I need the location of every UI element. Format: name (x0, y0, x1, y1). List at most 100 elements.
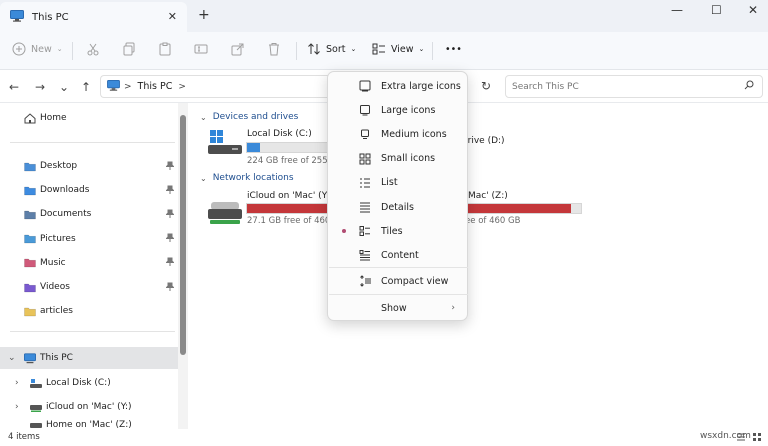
sidebar-item-this-pc[interactable]: ⌄ This PC (0, 347, 178, 369)
this-pc-icon (107, 79, 120, 94)
minimize-button[interactable]: — (671, 3, 683, 17)
new-tab-button[interactable]: + (198, 7, 210, 23)
breadcrumb-separator[interactable]: > (178, 82, 186, 92)
folder-icon (24, 307, 36, 316)
back-button[interactable]: ← (9, 80, 19, 94)
large-icons-icon (360, 105, 370, 116)
sidebar-item-label: Desktop (40, 161, 78, 171)
sidebar-item-home[interactable]: Home (0, 107, 178, 129)
cut-button[interactable] (86, 42, 100, 56)
menu-item-compact-view[interactable]: Compact view (328, 269, 467, 293)
breadcrumb-this-pc[interactable]: This PC (138, 81, 173, 92)
home-icon (24, 112, 36, 123)
sort-button-label: Sort (326, 43, 346, 55)
drive-name: Local Disk (C:) (247, 129, 312, 139)
sidebar-item-pictures[interactable]: Pictures (0, 228, 178, 250)
pin-icon[interactable] (165, 282, 175, 293)
paste-button[interactable] (158, 42, 172, 56)
folder-icon (24, 259, 36, 268)
view-button[interactable]: View ⌄ (372, 42, 424, 56)
menu-item-small-icons[interactable]: Small icons (328, 147, 467, 171)
sidebar-item-music[interactable]: Music (0, 252, 178, 274)
menu-item-extra-large-icons[interactable]: Extra large icons (328, 74, 467, 98)
menu-item-label: Show (381, 302, 407, 314)
sidebar-item-articles[interactable]: articles (0, 300, 178, 322)
menu-item-label: Small icons (381, 153, 436, 165)
chevron-right-icon[interactable]: › (15, 402, 19, 412)
pin-icon[interactable] (165, 185, 175, 196)
sidebar-item-videos[interactable]: Videos (0, 276, 178, 298)
content-icon (359, 250, 370, 261)
pin-icon[interactable] (165, 233, 175, 244)
sidebar-item-downloads[interactable]: Downloads (0, 179, 178, 201)
command-bar: New ⌄ Sort ⌄ View ⌄ ••• (0, 32, 768, 70)
maximize-button[interactable]: ☐ (711, 3, 722, 17)
search-box[interactable]: Search This PC (505, 75, 763, 98)
view-menu: Extra large icons Large icons Medium icons… (327, 71, 468, 321)
local-disk-icon (30, 378, 42, 388)
menu-item-content[interactable]: Content (328, 243, 467, 267)
group-network-locations[interactable]: ⌄ Network locations (200, 173, 294, 183)
list-icon (360, 178, 370, 188)
up-button[interactable]: ↑ (81, 80, 91, 94)
menu-item-list[interactable]: List (328, 171, 467, 195)
sidebar-divider (10, 142, 175, 143)
windows-drive-icon (208, 130, 242, 154)
sidebar-item-label: iCloud on 'Mac' (Y:) (46, 402, 132, 412)
network-drive-icon (208, 202, 242, 224)
menu-item-show[interactable]: Show › (328, 296, 467, 320)
address-bar[interactable]: > This PC > (100, 75, 330, 98)
watermark-text: wsxdn.com (700, 431, 751, 441)
rename-button[interactable] (194, 42, 208, 56)
recent-locations-button[interactable]: ⌄ (59, 80, 69, 94)
chevron-down-icon[interactable]: ⌄ (8, 353, 16, 363)
chevron-right-icon[interactable]: › (15, 378, 19, 388)
delete-button[interactable] (267, 42, 281, 56)
menu-item-details[interactable]: Details (328, 195, 467, 219)
rename-icon (194, 44, 208, 54)
sidebar-item-desktop[interactable]: Desktop (0, 155, 178, 177)
pin-icon[interactable] (165, 209, 175, 220)
group-devices-and-drives[interactable]: ⌄ Devices and drives (200, 112, 298, 122)
sidebar-item-documents[interactable]: Documents (0, 203, 178, 225)
sidebar-item-local-disk[interactable]: › Local Disk (C:) (0, 372, 178, 394)
item-count: 4 items (8, 432, 40, 442)
refresh-button[interactable]: ↻ (481, 79, 491, 93)
toolbar-divider (72, 42, 73, 60)
search-input[interactable]: Search This PC (512, 82, 744, 92)
sidebar-scroll-thumb[interactable] (180, 115, 186, 355)
tab-close-icon[interactable]: ✕ (168, 10, 177, 23)
sidebar-item-icloud[interactable]: › iCloud on 'Mac' (Y:) (0, 396, 178, 418)
sort-button[interactable]: Sort ⌄ (307, 42, 356, 56)
forward-button[interactable]: → (35, 80, 45, 94)
chevron-down-icon: ⌄ (350, 45, 357, 53)
sidebar-divider (10, 331, 175, 332)
pin-icon[interactable] (165, 257, 175, 268)
scissors-icon (87, 43, 99, 56)
pin-icon[interactable] (165, 161, 175, 172)
new-button[interactable]: New ⌄ (12, 42, 63, 56)
sidebar-item-home-mac[interactable]: Home on 'Mac' (Z:) (0, 420, 178, 429)
menu-divider (329, 294, 468, 295)
chevron-down-icon: ⌄ (200, 112, 207, 122)
menu-item-label: Content (381, 249, 419, 261)
content-pane: ⌄ Devices and drives Local Disk (C:) 224… (192, 103, 768, 429)
chevron-down-icon: ⌄ (418, 45, 425, 53)
file-explorer-window: This PC ✕ + — ☐ ✕ New ⌄ Sort ⌄ View ⌄ ••… (0, 0, 768, 446)
close-window-button[interactable]: ✕ (748, 3, 758, 17)
more-options-button[interactable]: ••• (445, 44, 462, 55)
menu-item-medium-icons[interactable]: Medium icons (328, 122, 467, 146)
sidebar-item-label: Home on 'Mac' (Z:) (46, 420, 132, 429)
tiles-view-toggle-icon[interactable] (752, 432, 762, 445)
details-icon (360, 202, 370, 213)
menu-item-label: Tiles (381, 225, 403, 237)
network-drive-icon (30, 404, 42, 412)
more-options-icon: ••• (445, 44, 462, 55)
menu-item-tiles[interactable]: Tiles (328, 219, 467, 243)
menu-item-label: Details (381, 201, 414, 213)
tab-this-pc[interactable]: This PC ✕ (0, 2, 187, 32)
copy-button[interactable] (122, 42, 136, 56)
share-button[interactable] (231, 42, 245, 56)
navigation-pane: Home Desktop Downloads Documents Pictures Mu… (0, 103, 190, 429)
menu-item-large-icons[interactable]: Large icons (328, 98, 467, 122)
